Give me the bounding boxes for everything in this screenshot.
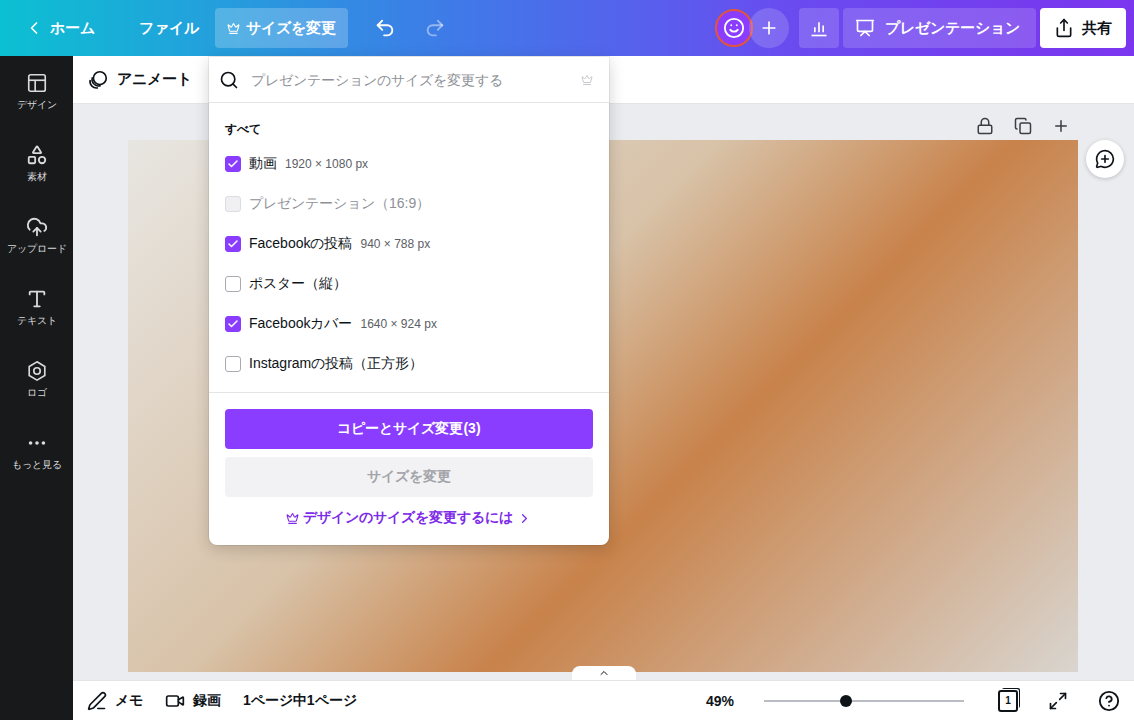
checkbox[interactable]	[225, 156, 241, 172]
page-indicator: 1ページ中1ページ	[243, 692, 357, 710]
sidebar-item[interactable]: テキスト	[0, 288, 73, 360]
add-page-button[interactable]	[1048, 113, 1074, 139]
text-icon	[26, 288, 48, 310]
editor-window: ホームファイルサイズを変更プレゼンテーション共有デザイン素材アップロードテキスト…	[0, 0, 1134, 720]
presentation-icon	[855, 18, 875, 38]
collapse-tab[interactable]	[572, 666, 636, 680]
redo-icon	[424, 17, 446, 39]
divider	[209, 392, 609, 393]
back-icon	[24, 18, 44, 38]
search-field[interactable]	[249, 71, 571, 89]
smile-icon	[723, 17, 745, 39]
redo-button[interactable]	[412, 8, 458, 48]
duplicate-button[interactable]	[1010, 113, 1036, 139]
top-bar: ホームファイルサイズを変更 プレゼンテーション共有	[0, 0, 1134, 56]
checkbox[interactable]	[225, 356, 241, 372]
undo-icon	[374, 17, 396, 39]
lock-icon	[976, 117, 994, 135]
share-button[interactable]: 共有	[1040, 8, 1126, 48]
sidebar: デザイン素材アップロードテキストロゴもっと見る	[0, 56, 73, 720]
share-icon	[1054, 18, 1074, 38]
resize-only-button: サイズを変更	[225, 457, 593, 497]
chart-icon	[809, 18, 829, 38]
elements-icon	[26, 144, 48, 166]
animate-button[interactable]: アニメート	[87, 63, 192, 97]
logo-icon	[26, 360, 48, 382]
more-icon	[26, 432, 48, 454]
page-count-button[interactable]: 1	[994, 686, 1022, 716]
checkbox[interactable]	[225, 316, 241, 332]
notes-button[interactable]: メモ	[87, 687, 143, 715]
duplicate-icon	[1014, 117, 1032, 135]
size-option[interactable]: Instagramの投稿（正方形）	[209, 344, 609, 384]
notes-icon	[87, 691, 107, 711]
upload-icon	[26, 216, 48, 238]
bottom-bar: メモ録画 1ページ中1ページ 49% 1	[73, 680, 1134, 720]
undo-button[interactable]	[362, 8, 408, 48]
search-row	[209, 57, 609, 103]
fullscreen-button[interactable]	[1044, 687, 1072, 715]
crown-icon	[227, 22, 240, 35]
fullscreen-icon	[1048, 691, 1068, 711]
home-button[interactable]: ホーム	[12, 8, 107, 48]
help-icon	[1098, 690, 1120, 712]
checkbox[interactable]	[225, 236, 241, 252]
page-count: 1	[998, 690, 1018, 712]
checkbox	[225, 196, 241, 212]
design-icon	[26, 72, 48, 94]
checkbox[interactable]	[225, 276, 241, 292]
check-icon	[227, 318, 239, 330]
sidebar-item[interactable]: ロゴ	[0, 360, 73, 432]
size-option[interactable]: ポスター（縦）	[209, 264, 609, 304]
sidebar-item[interactable]: デザイン	[0, 72, 73, 144]
crown-icon	[286, 512, 299, 525]
present-button[interactable]: プレゼンテーション	[843, 8, 1036, 48]
check-icon	[227, 158, 239, 170]
help-link[interactable]: デザインのサイズを変更するには	[209, 509, 609, 527]
size-option: プレゼンテーション（16:9）	[209, 184, 609, 224]
size-option[interactable]: 動画1920 × 1080 px	[209, 144, 609, 184]
user-avatar[interactable]	[715, 9, 753, 47]
comment-button[interactable]	[1086, 140, 1124, 178]
size-option[interactable]: Facebookカバー1640 × 924 px	[209, 304, 609, 344]
chevron-right-icon	[517, 511, 532, 526]
comment-icon	[1095, 149, 1115, 169]
zoom-value: 49%	[706, 693, 734, 709]
zoom-slider[interactable]	[764, 700, 964, 702]
crown-icon	[581, 74, 593, 86]
copy-resize-button[interactable]: コピーとサイズ変更(3)	[225, 409, 593, 449]
sidebar-item[interactable]: アップロード	[0, 216, 73, 288]
size-option[interactable]: Facebookの投稿940 × 788 px	[209, 224, 609, 264]
plus-icon	[759, 18, 779, 38]
resize-button[interactable]: サイズを変更	[215, 8, 348, 48]
record-icon	[165, 691, 185, 711]
check-icon	[227, 238, 239, 250]
chevron-up-icon	[598, 667, 610, 679]
help-button[interactable]	[1094, 686, 1124, 716]
add-page-icon	[1052, 117, 1070, 135]
insights-button[interactable]	[799, 8, 839, 48]
animate-icon	[87, 69, 109, 91]
file-button[interactable]: ファイル	[127, 8, 211, 48]
sidebar-item[interactable]: もっと見る	[0, 432, 73, 504]
resize-menu: すべて動画1920 × 1080 pxプレゼンテーション（16:9）Facebo…	[209, 57, 609, 545]
record-button[interactable]: 録画	[165, 687, 221, 715]
search-icon	[219, 70, 239, 90]
zoom-knob[interactable]	[840, 695, 852, 707]
lock-button[interactable]	[972, 113, 998, 139]
sidebar-item[interactable]: 素材	[0, 144, 73, 216]
invite-button[interactable]	[749, 8, 789, 48]
section-label: すべて	[209, 103, 609, 144]
